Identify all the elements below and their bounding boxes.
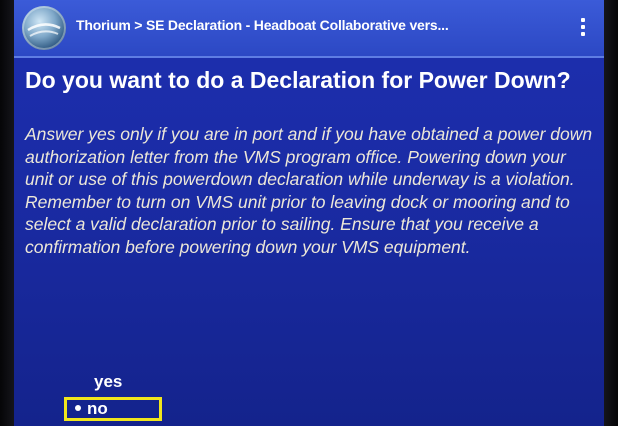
- globe-icon[interactable]: [22, 6, 66, 50]
- overflow-menu-icon[interactable]: [580, 18, 586, 40]
- action-bar-title: Thorium > SE Declaration - Headboat Coll…: [76, 17, 449, 33]
- option-no[interactable]: no: [64, 397, 162, 421]
- option-no-label: no: [87, 399, 108, 418]
- question-heading: Do you want to do a Declaration for Powe…: [25, 67, 571, 93]
- device-bezel-right: [604, 0, 618, 426]
- app-screen: Thorium > SE Declaration - Headboat Coll…: [14, 0, 604, 426]
- device-bezel-left: [0, 0, 14, 426]
- option-yes-label: yes: [94, 372, 123, 391]
- option-yes[interactable]: yes: [94, 372, 122, 392]
- action-bar: Thorium > SE Declaration - Headboat Coll…: [14, 0, 604, 58]
- selected-bullet-icon: [75, 404, 81, 411]
- declaration-description: Answer yes only if you are in port and i…: [25, 124, 593, 257]
